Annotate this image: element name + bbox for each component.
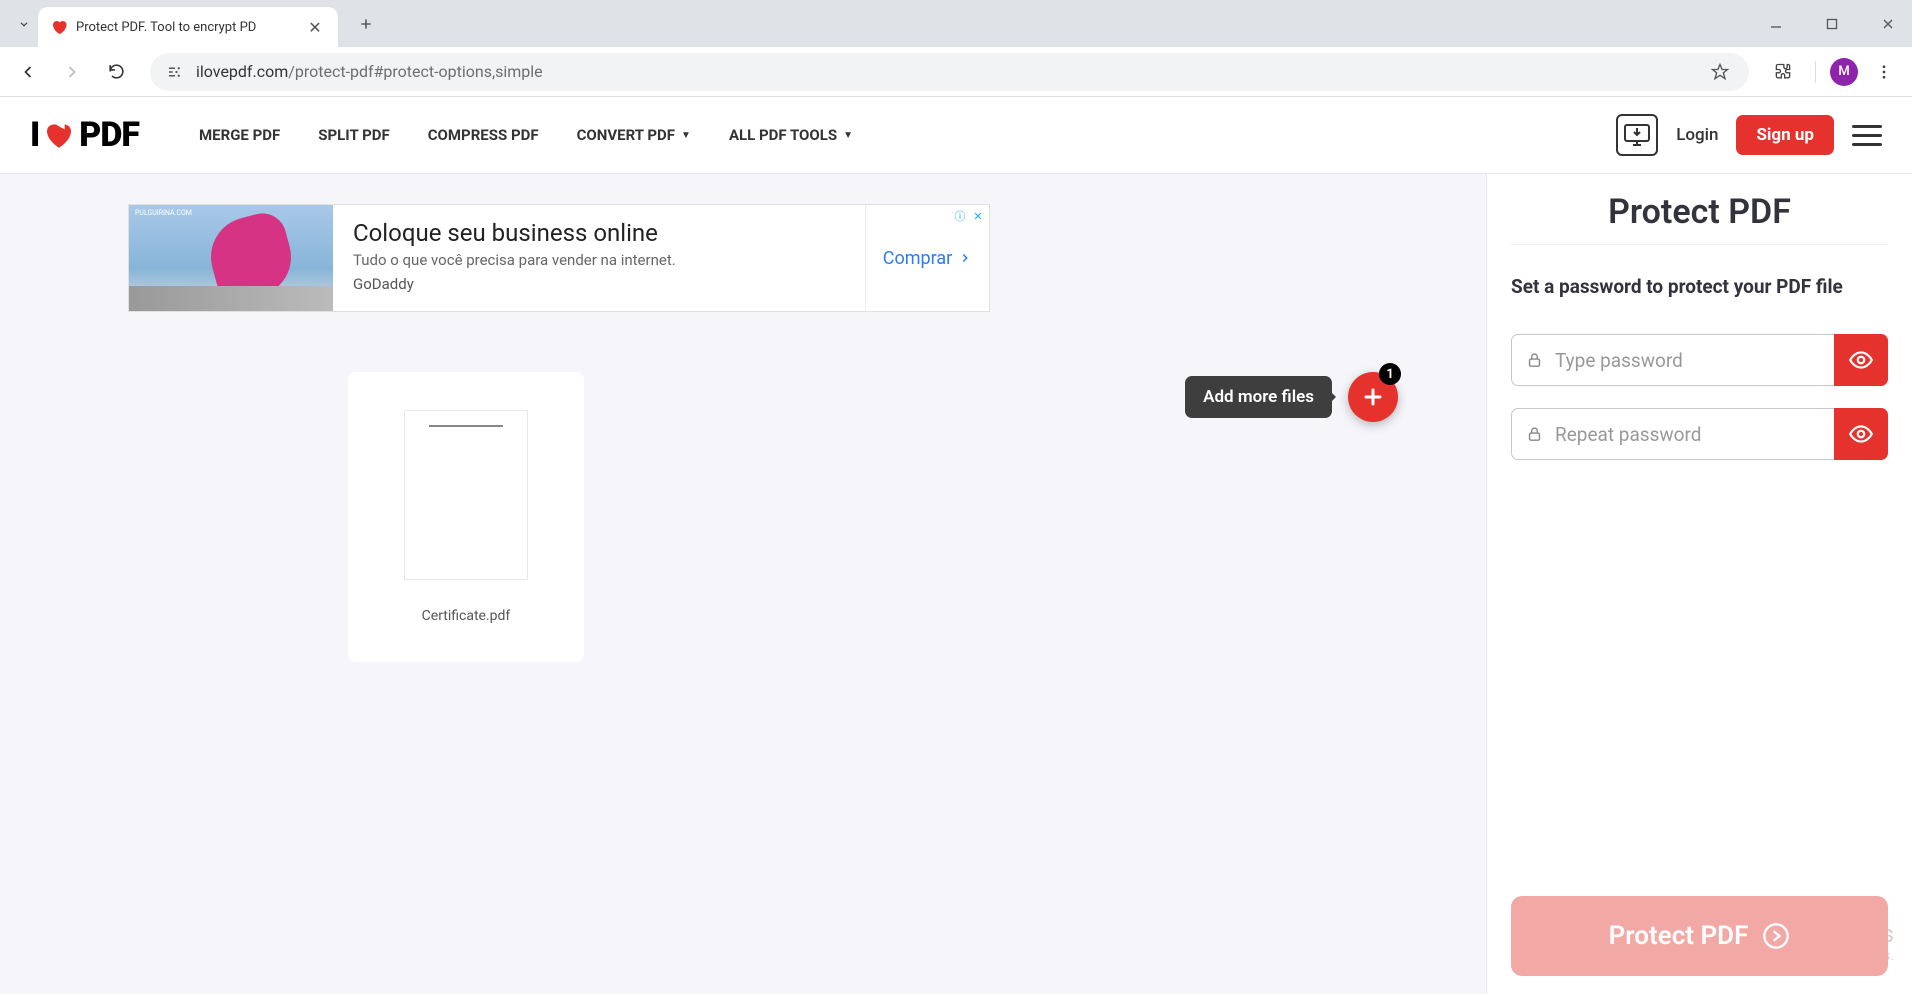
site-settings-icon[interactable] bbox=[164, 61, 186, 83]
panel-title: Protect PDF bbox=[1511, 192, 1888, 245]
nav-merge[interactable]: MERGE PDF bbox=[199, 126, 280, 144]
logo-text-right: PDF bbox=[79, 115, 139, 155]
window-controls bbox=[1760, 0, 1904, 47]
forward-button[interactable] bbox=[54, 54, 90, 90]
tab-title: Protect PDF. Tool to encrypt PD bbox=[76, 20, 298, 35]
arrow-right-icon bbox=[62, 62, 82, 82]
url-bar[interactable]: ilovepdf.com/protect-pdf#protect-options… bbox=[150, 53, 1749, 91]
browser-toolbar: ilovepdf.com/protect-pdf#protect-options… bbox=[0, 47, 1912, 97]
signup-button[interactable]: Sign up bbox=[1736, 115, 1834, 155]
add-more-tooltip: Add more files bbox=[1185, 376, 1332, 418]
ad-image-credit: PULGUIRINA.COM bbox=[135, 209, 192, 217]
protect-button-label: Protect PDF bbox=[1609, 921, 1749, 951]
nav-all-tools[interactable]: ALL PDF TOOLS▼ bbox=[729, 126, 853, 144]
options-panel: Protect PDF Set a password to protect yo… bbox=[1486, 174, 1912, 994]
password-input-container bbox=[1511, 334, 1834, 386]
url-text: ilovepdf.com/protect-pdf#protect-options… bbox=[196, 62, 1705, 81]
nav-compress[interactable]: COMPRESS PDF bbox=[428, 126, 539, 144]
toolbar-divider bbox=[1815, 61, 1816, 83]
tab-search-dropdown[interactable] bbox=[10, 10, 38, 38]
chevron-down-icon bbox=[17, 17, 31, 31]
site-logo[interactable]: I PDF bbox=[30, 115, 139, 155]
arrow-left-icon bbox=[18, 62, 38, 82]
download-desktop-button[interactable] bbox=[1616, 114, 1658, 156]
reload-button[interactable] bbox=[98, 54, 134, 90]
window-close-button[interactable] bbox=[1872, 8, 1904, 40]
new-tab-button[interactable] bbox=[350, 8, 382, 40]
ad-image: PULGUIRINA.COM bbox=[129, 205, 333, 311]
heart-icon bbox=[41, 118, 77, 152]
monitor-download-icon bbox=[1624, 124, 1650, 146]
thumb-line bbox=[429, 425, 503, 427]
header-right: Login Sign up bbox=[1616, 114, 1882, 156]
password-field-wrap bbox=[1511, 334, 1888, 386]
main-nav: MERGE PDF SPLIT PDF COMPRESS PDF CONVERT… bbox=[199, 126, 853, 144]
heart-favicon-icon bbox=[50, 18, 68, 36]
repeat-password-field-wrap bbox=[1511, 408, 1888, 460]
toggle-repeat-password-visibility[interactable] bbox=[1834, 408, 1888, 460]
add-files-button[interactable]: 1 bbox=[1348, 372, 1398, 422]
extensions-button[interactable] bbox=[1765, 54, 1801, 90]
reload-icon bbox=[107, 62, 126, 81]
arrow-circle-right-icon bbox=[1762, 922, 1790, 950]
ad-subtitle: Tudo o que você precisa para vender na i… bbox=[353, 251, 845, 269]
eye-icon bbox=[1848, 347, 1874, 373]
caret-down-icon: ▼ bbox=[681, 130, 691, 141]
toggle-password-visibility[interactable] bbox=[1834, 334, 1888, 386]
file-card[interactable]: Certificate.pdf bbox=[348, 372, 584, 662]
repeat-password-input-container bbox=[1511, 408, 1834, 460]
protect-pdf-button[interactable]: Protect PDF bbox=[1511, 896, 1888, 976]
caret-down-icon: ▼ bbox=[843, 130, 853, 141]
plus-icon bbox=[1361, 385, 1385, 409]
active-tab[interactable]: Protect PDF. Tool to encrypt PD ✕ bbox=[38, 7, 338, 47]
file-count-badge: 1 bbox=[1379, 363, 1401, 385]
lock-icon bbox=[1526, 426, 1543, 443]
file-name: Certificate.pdf bbox=[422, 608, 511, 624]
page: I PDF MERGE PDF SPLIT PDF COMPRESS PDF C… bbox=[0, 97, 1912, 994]
menu-hamburger-button[interactable] bbox=[1852, 125, 1882, 146]
puzzle-icon bbox=[1773, 62, 1793, 82]
back-button[interactable] bbox=[10, 54, 46, 90]
file-thumbnail bbox=[404, 410, 528, 580]
password-input[interactable] bbox=[1555, 349, 1820, 372]
ad-text-block: Coloque seu business online Tudo o que v… bbox=[333, 205, 865, 311]
ad-title: Coloque seu business online bbox=[353, 219, 845, 247]
eye-icon bbox=[1848, 421, 1874, 447]
content: PULGUIRINA.COM Coloque seu business onli… bbox=[0, 174, 1912, 994]
site-header: I PDF MERGE PDF SPLIT PDF COMPRESS PDF C… bbox=[0, 97, 1912, 174]
ad-info-icon[interactable]: ⓘ bbox=[952, 208, 968, 224]
dots-vertical-icon bbox=[1875, 63, 1893, 81]
ad-banner[interactable]: PULGUIRINA.COM Coloque seu business onli… bbox=[128, 204, 990, 312]
profile-avatar[interactable]: M bbox=[1830, 58, 1858, 86]
ad-cta: Comprar bbox=[883, 248, 973, 269]
add-more-wrap: Add more files 1 bbox=[1185, 372, 1398, 422]
ad-info-controls: ⓘ ✕ bbox=[952, 208, 986, 224]
lock-icon bbox=[1526, 352, 1543, 369]
star-icon bbox=[1710, 62, 1730, 82]
ad-close-icon[interactable]: ✕ bbox=[970, 208, 986, 224]
browser-tab-strip: Protect PDF. Tool to encrypt PD ✕ bbox=[0, 0, 1912, 47]
repeat-password-input[interactable] bbox=[1555, 423, 1820, 446]
panel-subtitle: Set a password to protect your PDF file bbox=[1511, 275, 1888, 298]
plus-icon bbox=[358, 16, 374, 32]
tab-close-button[interactable]: ✕ bbox=[306, 18, 324, 36]
chrome-menu-button[interactable] bbox=[1866, 54, 1902, 90]
panel-bottom: Activate Windows Go to Settings to activ… bbox=[1511, 896, 1888, 976]
logo-text-left: I bbox=[30, 115, 39, 155]
login-link[interactable]: Login bbox=[1676, 125, 1718, 145]
main-area: PULGUIRINA.COM Coloque seu business onli… bbox=[0, 174, 1486, 994]
window-maximize-button[interactable] bbox=[1816, 8, 1848, 40]
chevron-right-icon bbox=[958, 251, 972, 265]
nav-convert[interactable]: CONVERT PDF▼ bbox=[577, 126, 691, 144]
window-minimize-button[interactable] bbox=[1760, 8, 1792, 40]
avatar-letter: M bbox=[1838, 64, 1849, 79]
nav-split[interactable]: SPLIT PDF bbox=[318, 126, 389, 144]
file-area: Certificate.pdf Add more files 1 bbox=[30, 372, 1456, 662]
ad-brand: GoDaddy bbox=[353, 275, 845, 293]
bookmark-button[interactable] bbox=[1705, 57, 1735, 87]
